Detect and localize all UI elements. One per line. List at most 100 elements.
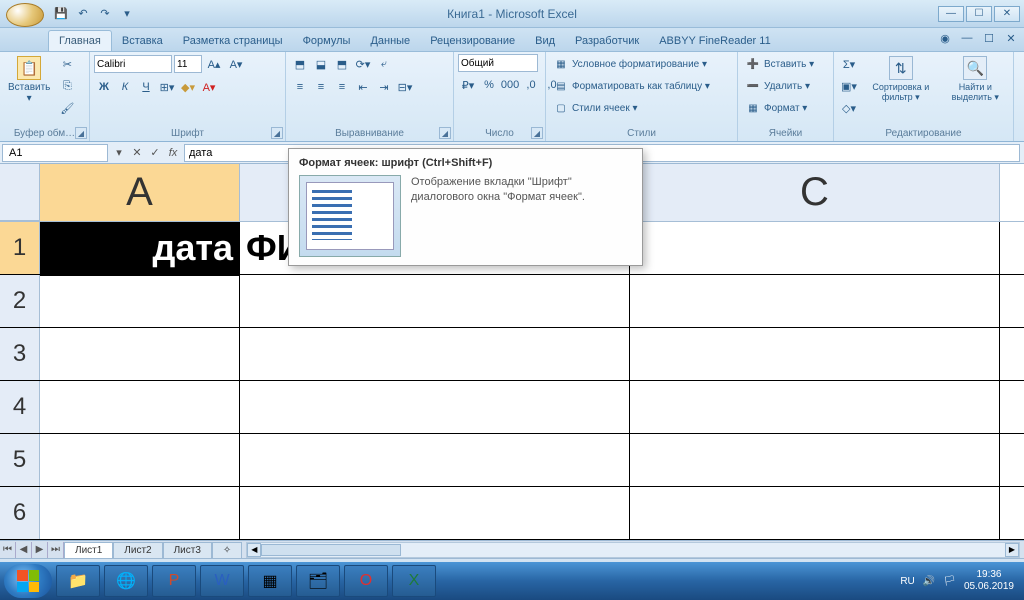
format-painter-icon[interactable]: 🖌 [56, 98, 78, 118]
cell-b6[interactable] [240, 487, 630, 539]
cancel-edit-icon[interactable]: ✕ [128, 144, 146, 162]
ribbon-minimize-icon[interactable]: — [960, 31, 974, 45]
cell-b5[interactable] [240, 434, 630, 486]
clear-icon[interactable]: ◇▾ [838, 98, 860, 118]
cell-c4[interactable] [630, 381, 1000, 433]
cell-b4[interactable] [240, 381, 630, 433]
comma-icon[interactable]: 000 [500, 75, 520, 95]
find-select-button[interactable]: 🔍 Найти и выделить ▾ [942, 54, 1009, 105]
cell-b2[interactable] [240, 275, 630, 327]
cell-a2[interactable] [40, 275, 240, 327]
row-header-2[interactable]: 2 [0, 275, 40, 327]
scroll-left-icon[interactable]: ◀ [247, 543, 261, 557]
start-button[interactable] [4, 564, 52, 598]
row-header-4[interactable]: 4 [0, 381, 40, 433]
tab-developer[interactable]: Разработчик [565, 31, 649, 51]
format-cells-button[interactable]: ▦Формат ▾ [742, 98, 811, 118]
paste-button[interactable]: 📋 Вставить ▾ [4, 54, 54, 106]
tray-network-icon[interactable]: 🔊 [923, 576, 935, 587]
cell-c1[interactable] [630, 222, 1000, 274]
inc-decimal-icon[interactable]: ,0 [521, 75, 541, 95]
copy-icon[interactable]: ⎘ [56, 76, 78, 96]
insert-function-icon[interactable]: fx [164, 144, 182, 162]
tray-clock[interactable]: 19:36 05.06.2019 [964, 569, 1014, 593]
tray-flag-icon[interactable]: 🏳 [943, 576, 956, 587]
align-bottom-icon[interactable]: ⬒ [332, 54, 352, 74]
autosum-icon[interactable]: Σ▾ [838, 54, 860, 74]
cell-a5[interactable] [40, 434, 240, 486]
taskbar-powerpoint-icon[interactable]: P [152, 565, 196, 597]
clipboard-launcher[interactable]: ◢ [75, 127, 87, 139]
cell-c6[interactable] [630, 487, 1000, 539]
office-button[interactable] [6, 3, 44, 27]
font-launcher[interactable]: ◢ [271, 127, 283, 139]
scroll-thumb[interactable] [261, 544, 401, 556]
cell-c3[interactable] [630, 328, 1000, 380]
save-icon[interactable]: 💾 [52, 5, 70, 23]
taskbar-opera-icon[interactable]: O [344, 565, 388, 597]
tab-formulas[interactable]: Формулы [293, 31, 361, 51]
ribbon-restore-icon[interactable]: ☐ [982, 31, 996, 45]
sheet-tab-1[interactable]: Лист1 [64, 542, 113, 558]
qat-more-icon[interactable]: ▾ [118, 5, 136, 23]
sort-filter-button[interactable]: ⇅ Сортировка и фильтр ▾ [862, 54, 940, 105]
grow-font-icon[interactable]: A▴ [204, 54, 224, 74]
tab-review[interactable]: Рецензирование [420, 31, 525, 51]
insert-cells-button[interactable]: ➕Вставить ▾ [742, 54, 818, 74]
font-size-select[interactable] [174, 55, 202, 73]
cell-a4[interactable] [40, 381, 240, 433]
tab-insert[interactable]: Вставка [112, 31, 173, 51]
tab-page-layout[interactable]: Разметка страницы [173, 31, 293, 51]
ribbon-close-icon[interactable]: ✕ [1004, 31, 1018, 45]
scroll-right-icon[interactable]: ▶ [1005, 543, 1019, 557]
tab-view[interactable]: Вид [525, 31, 565, 51]
cell-c5[interactable] [630, 434, 1000, 486]
align-right-icon[interactable]: ≡ [332, 77, 352, 97]
close-button[interactable]: ✕ [994, 6, 1020, 22]
border-icon[interactable]: ⊞▾ [157, 77, 177, 97]
sheet-nav-prev-icon[interactable]: ◀ [16, 542, 32, 558]
font-color-icon[interactable]: A▾ [199, 77, 219, 97]
taskbar-excel-icon[interactable]: X [392, 565, 436, 597]
decrease-indent-icon[interactable]: ⇤ [353, 77, 373, 97]
increase-indent-icon[interactable]: ⇥ [374, 77, 394, 97]
fill-icon[interactable]: ▣▾ [838, 76, 860, 96]
cell-a3[interactable] [40, 328, 240, 380]
new-sheet-icon[interactable]: ✧ [212, 542, 242, 558]
row-header-1[interactable]: 1 [0, 222, 40, 274]
row-header-5[interactable]: 5 [0, 434, 40, 486]
fill-color-icon[interactable]: ◆▾ [178, 77, 198, 97]
cell-styles-button[interactable]: ▢Стили ячеек ▾ [550, 98, 642, 118]
align-middle-icon[interactable]: ⬓ [311, 54, 331, 74]
row-header-6[interactable]: 6 [0, 487, 40, 539]
shrink-font-icon[interactable]: A▾ [226, 54, 246, 74]
align-top-icon[interactable]: ⬒ [290, 54, 310, 74]
percent-icon[interactable]: % [479, 75, 499, 95]
taskbar-app-icon[interactable]: ▦ [248, 565, 292, 597]
column-header-c[interactable]: C [630, 164, 1000, 221]
undo-icon[interactable]: ↶ [74, 5, 92, 23]
bold-button[interactable]: Ж [94, 77, 114, 97]
wrap-text-icon[interactable]: ⤶ [374, 54, 394, 74]
name-box[interactable] [2, 144, 108, 162]
confirm-edit-icon[interactable]: ✓ [146, 144, 164, 162]
alignment-launcher[interactable]: ◢ [439, 127, 451, 139]
sheet-nav-next-icon[interactable]: ▶ [32, 542, 48, 558]
taskbar-explorer-icon[interactable]: 📁 [56, 565, 100, 597]
currency-icon[interactable]: ₽▾ [458, 75, 478, 95]
maximize-button[interactable]: ☐ [966, 6, 992, 22]
sheet-tab-3[interactable]: Лист3 [163, 542, 212, 558]
redo-icon[interactable]: ↷ [96, 5, 114, 23]
taskbar-ie-icon[interactable]: 🌐 [104, 565, 148, 597]
conditional-formatting-button[interactable]: ▦Условное форматирование ▾ [550, 54, 711, 74]
column-header-a[interactable]: A [40, 164, 240, 221]
cell-c2[interactable] [630, 275, 1000, 327]
number-launcher[interactable]: ◢ [531, 127, 543, 139]
tab-data[interactable]: Данные [360, 31, 420, 51]
tab-abbyy[interactable]: ABBYY FineReader 11 [649, 31, 781, 51]
sheet-nav-first-icon[interactable]: ⏮ [0, 542, 16, 558]
underline-button[interactable]: Ч [136, 77, 156, 97]
help-icon[interactable]: ◉ [938, 31, 952, 45]
horizontal-scrollbar[interactable]: ◀ ▶ [246, 542, 1020, 558]
italic-button[interactable]: К [115, 77, 135, 97]
